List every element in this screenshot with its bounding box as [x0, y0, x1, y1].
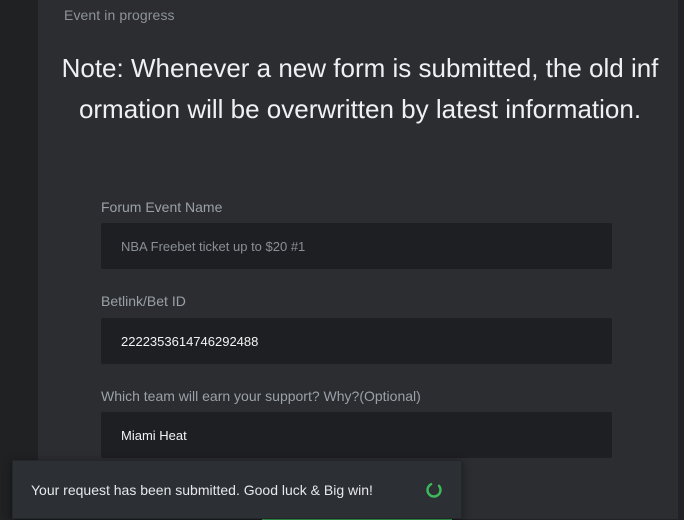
- event-form-panel: Event in progress Note: Whenever a new f…: [38, 0, 678, 519]
- loading-spinner-icon: [426, 482, 442, 498]
- left-sidebar-strip: [0, 0, 38, 519]
- support-team-label: Which team will earn your support? Why?(…: [101, 388, 421, 404]
- submission-toast: Your request has been submitted. Good lu…: [12, 460, 462, 519]
- betlink-label: Betlink/Bet ID: [101, 293, 186, 309]
- forum-event-name-label: Forum Event Name: [101, 199, 223, 215]
- betlink-input[interactable]: 2222353614746292488: [101, 318, 612, 364]
- toast-message: Your request has been submitted. Good lu…: [31, 482, 373, 498]
- forum-event-name-field[interactable]: NBA Freebet ticket up to $20 #1: [101, 223, 612, 269]
- support-team-input[interactable]: Miami Heat: [101, 412, 612, 458]
- event-status-text: Event in progress: [64, 7, 175, 23]
- overwrite-note: Note: Whenever a new form is submitted, …: [61, 53, 659, 124]
